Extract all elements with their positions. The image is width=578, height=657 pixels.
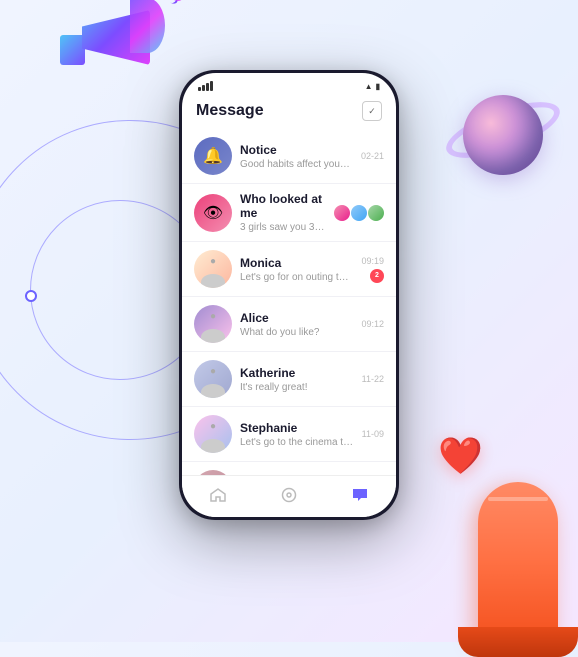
message-preview: It's really great! [240, 382, 354, 393]
message-preview: Let's go for on outing this weekend- [240, 272, 353, 283]
message-time: 02-21 [361, 151, 384, 161]
status-bar: ▲ ▮ [182, 73, 396, 95]
list-item[interactable]: Stephanie Let's go to the cinema togethe… [182, 407, 396, 462]
planet-decoration [448, 80, 558, 190]
nav-item-message[interactable] [351, 488, 369, 502]
message-content: Stephanie Let's go to the cinema togethe… [240, 421, 354, 448]
status-icons: ▲ ▮ [365, 82, 380, 91]
list-item[interactable]: Alice What do you like? 09:12 [182, 297, 396, 352]
hand-decoration [448, 442, 578, 642]
signal-indicator [198, 81, 213, 91]
wifi-icon: ▲ [365, 82, 373, 91]
list-item[interactable]: 🔔 Notice Good habits affect your life 02… [182, 129, 396, 184]
compose-icon: ✓ [368, 106, 376, 117]
message-content: Notice Good habits affect your life [240, 143, 353, 170]
app-header: Message ✓ [182, 95, 396, 129]
contact-name: Alice [240, 311, 353, 325]
message-time: 11-09 [362, 429, 384, 439]
home-icon [209, 488, 227, 502]
contact-name: Who looked at me [240, 192, 326, 220]
nav-item-explore[interactable] [280, 488, 298, 502]
mini-avatar [334, 205, 350, 221]
message-meta: 11-09 [362, 429, 384, 439]
mini-avatar [351, 205, 367, 221]
avatar [194, 415, 232, 453]
message-meta: 02-21 [361, 151, 384, 161]
message-meta: 09:12 [361, 319, 384, 329]
deco-dot [25, 290, 37, 302]
message-content: Alice What do you like? [240, 311, 353, 338]
compose-button[interactable]: ✓ [362, 101, 382, 121]
message-meta: 11-22 [362, 374, 384, 384]
contact-name: Stephanie [240, 421, 354, 435]
contact-name: Notice [240, 143, 353, 157]
message-content: Monica Let's go for on outing this weeke… [240, 256, 353, 283]
eye-icon: 👁 [203, 203, 223, 223]
message-time: 09:19 [361, 256, 384, 266]
message-meta: 09:19 2 [361, 256, 384, 283]
message-preview: What do you like? [240, 327, 353, 338]
message-meta [334, 205, 384, 221]
list-item[interactable]: Monica Let's go for on outing this weeke… [182, 242, 396, 297]
avatar [194, 250, 232, 288]
message-preview: Good habits affect your life [240, 159, 353, 170]
avatar [194, 305, 232, 343]
phone-frame: ▲ ▮ Message ✓ 🔔 Notice [179, 70, 399, 520]
bottom-navigation [182, 475, 396, 517]
megaphone-decoration [50, 0, 170, 100]
contact-name: Monica [240, 256, 353, 270]
message-list: 🔔 Notice Good habits affect your life 02… [182, 129, 396, 489]
explore-icon [280, 488, 298, 502]
avatar: 👁 [194, 194, 232, 232]
list-item[interactable]: Katherine It's really great! 11-22 [182, 352, 396, 407]
message-content: Who looked at me 3 girls saw you 3mine a… [240, 192, 326, 233]
list-item[interactable]: 👁 Who looked at me 3 girls saw you 3mine… [182, 184, 396, 242]
unread-badge: 2 [370, 269, 384, 283]
avatar: 🔔 [194, 137, 232, 175]
message-content: Katherine It's really great! [240, 366, 354, 393]
message-time: 11-22 [362, 374, 384, 384]
app-title: Message [196, 102, 264, 120]
contact-name: Katherine [240, 366, 354, 380]
mini-avatar [368, 205, 384, 221]
message-time: 09:12 [361, 319, 384, 329]
nav-item-home[interactable] [209, 488, 227, 502]
message-preview: 3 girls saw you 3mine ago [240, 222, 326, 233]
avatar [194, 360, 232, 398]
battery-icon: ▮ [376, 82, 380, 91]
message-preview: Let's go to the cinema together [240, 437, 354, 448]
notice-icon: 🔔 [203, 146, 223, 166]
message-icon [351, 488, 369, 502]
mini-avatar-group [334, 205, 384, 221]
